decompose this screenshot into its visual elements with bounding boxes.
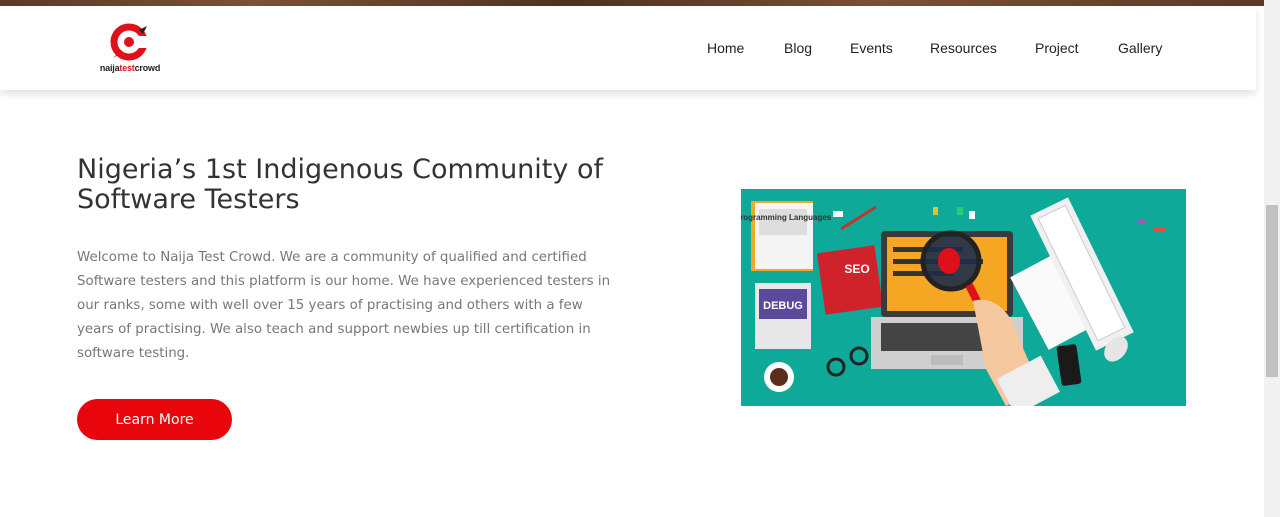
logo-mark-icon [110, 23, 149, 61]
nav-gallery[interactable]: Gallery [1118, 40, 1162, 56]
hero-illustration: Programming Languages SEO DEBUG [741, 189, 1186, 406]
scrollbar-thumb[interactable] [1266, 205, 1278, 377]
book-programming-languages: Programming Languages [741, 213, 832, 222]
hero-title: Nigeria’s 1st Indigenous Community of So… [77, 154, 603, 215]
nav-project[interactable]: Project [1035, 40, 1079, 56]
nav-events[interactable]: Events [850, 40, 893, 56]
nav-resources[interactable]: Resources [930, 40, 997, 56]
hero-description: Welcome to Naija Test Crowd. We are a co… [77, 250, 611, 361]
book-seo: SEO [844, 262, 869, 276]
learn-more-button[interactable]: Learn More [77, 399, 232, 440]
site-header: naijatestcrowd Home Blog Events Resource… [0, 6, 1256, 90]
site-logo[interactable]: naijatestcrowd [95, 22, 165, 78]
software-testing-illustration-icon: Programming Languages SEO DEBUG [741, 197, 1165, 406]
logo-wordmark: naijatestcrowd [99, 63, 161, 73]
book-debug: DEBUG [763, 300, 803, 312]
nav-blog[interactable]: Blog [784, 40, 812, 56]
nav-home[interactable]: Home [707, 40, 744, 56]
page-scrollbar[interactable] [1264, 0, 1280, 517]
